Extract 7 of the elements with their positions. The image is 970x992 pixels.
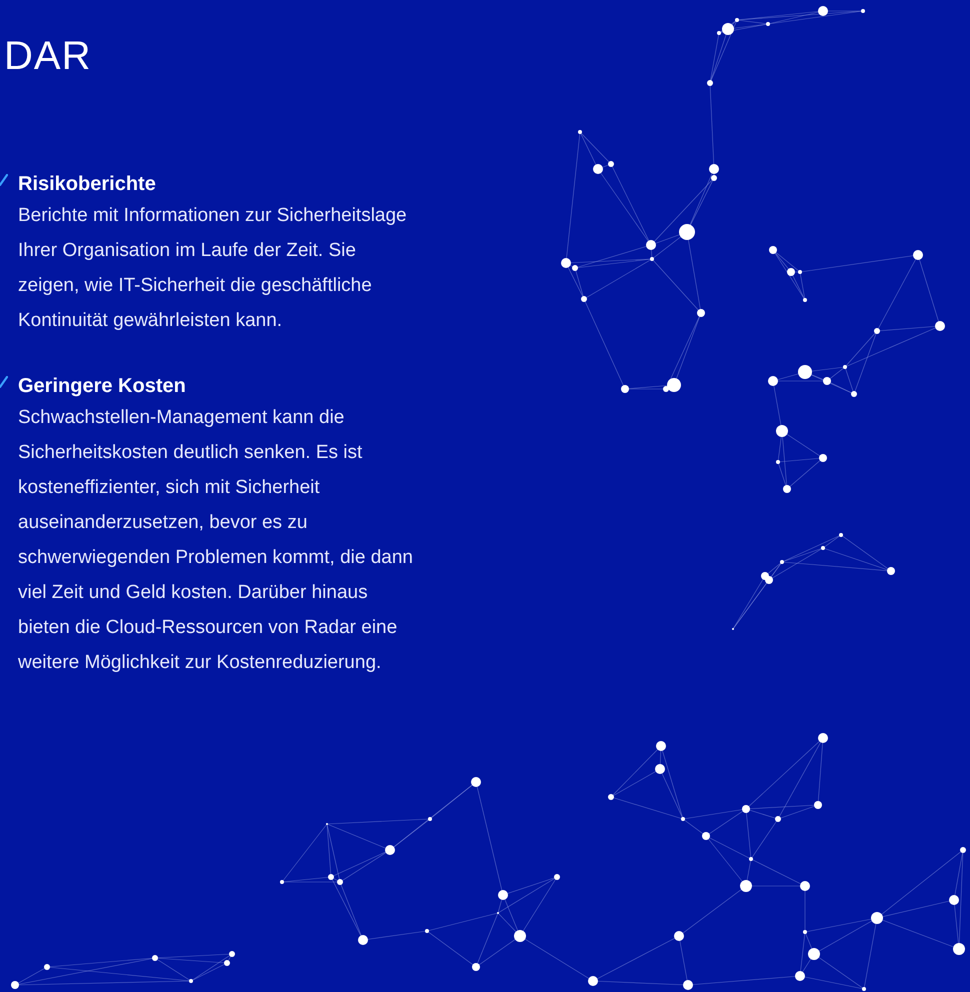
feature-description: Berichte mit Informationen zur Sicherheitslage Ihrer Organisation im Laufe der Zeit. Sie zeigen, wie IT-Sicherheit die geschäftliche Kontinuität gewährleisten kann. [18, 204, 408, 333]
feature-description: Schwachstellen-Management kann die Sicherheitskosten deutlich senken. Es ist kosteneffizienter, sich mit Sicherheit auseinanderzusetzen, bevor es zu schwerwiegenden Problemen kommt, die dann viel Zeit und Geld kosten. Darüber hinaus bieten die Cloud-Ressourcen von Radar eine weitere Möglichkeit zur Kostenreduzierung. [18, 406, 413, 675]
check-icon [0, 174, 8, 186]
feature-title: Risikoberichte [18, 172, 156, 197]
section-heading: DAR [4, 33, 92, 80]
check-icon [0, 376, 8, 388]
feature-title: Geringere Kosten [18, 374, 186, 399]
